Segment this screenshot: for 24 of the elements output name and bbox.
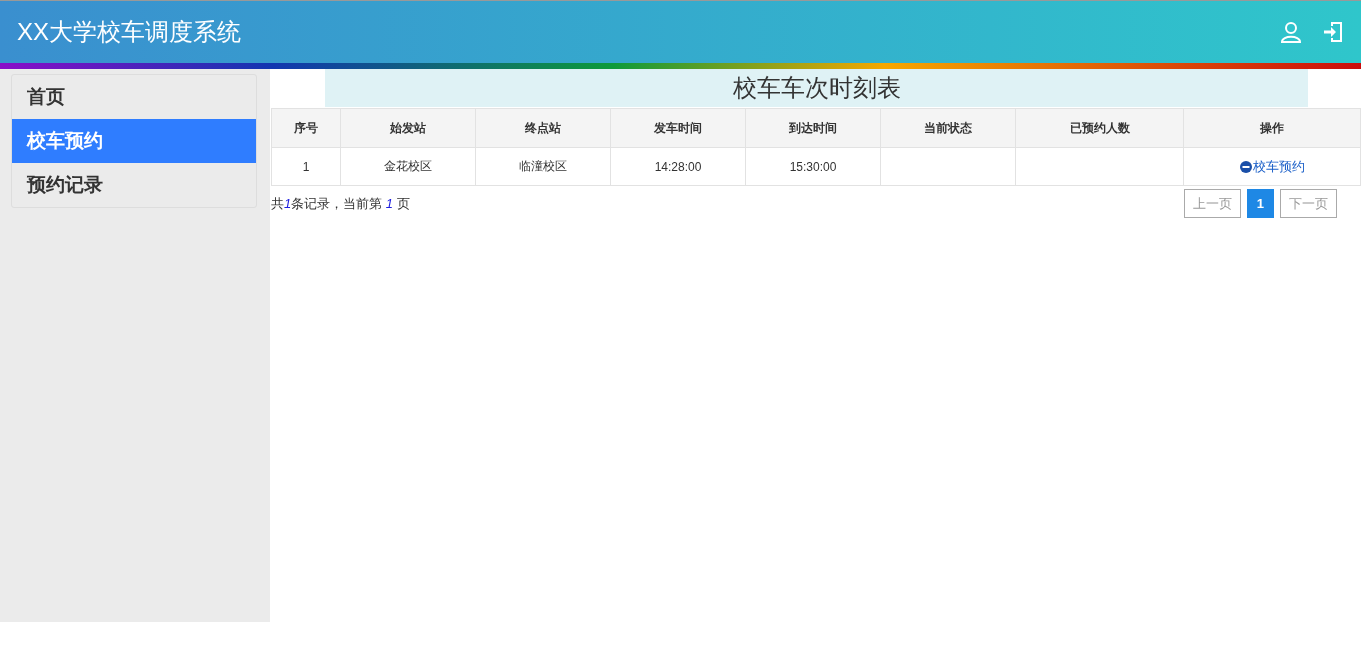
table-cell: 金花校区 xyxy=(340,147,476,186)
column-header: 操作 xyxy=(1183,108,1361,148)
table-cell: 15:30:00 xyxy=(745,147,881,186)
menu-item[interactable]: 校车预约 xyxy=(12,119,256,163)
column-header: 到达时间 xyxy=(745,108,881,148)
column-header: 发车时间 xyxy=(610,108,746,148)
page-title: 校车车次时刻表 xyxy=(325,69,1308,107)
column-header: 序号 xyxy=(271,108,341,148)
minus-circle-icon xyxy=(1239,160,1252,173)
column-header: 始发站 xyxy=(340,108,476,148)
column-header: 已预约人数 xyxy=(1015,108,1184,148)
column-header: 当前状态 xyxy=(880,108,1016,148)
table-cell: 1 xyxy=(271,147,341,186)
table-cell: 临潼校区 xyxy=(475,147,611,186)
menu-item[interactable]: 首页 xyxy=(12,75,256,119)
menu-item[interactable]: 预约记录 xyxy=(12,163,256,207)
record-summary: 共1条记录，当前第 1 页 xyxy=(271,194,410,213)
page-button[interactable]: 1 xyxy=(1246,189,1274,218)
app-title: XX大学校车调度系统 xyxy=(17,17,241,47)
column-header: 终点站 xyxy=(475,108,611,148)
reserve-link[interactable]: 校车预约 xyxy=(1239,157,1305,176)
table-cell: 14:28:00 xyxy=(610,147,746,186)
sign-in-icon[interactable] xyxy=(1323,21,1343,43)
user-icon[interactable] xyxy=(1281,21,1301,43)
